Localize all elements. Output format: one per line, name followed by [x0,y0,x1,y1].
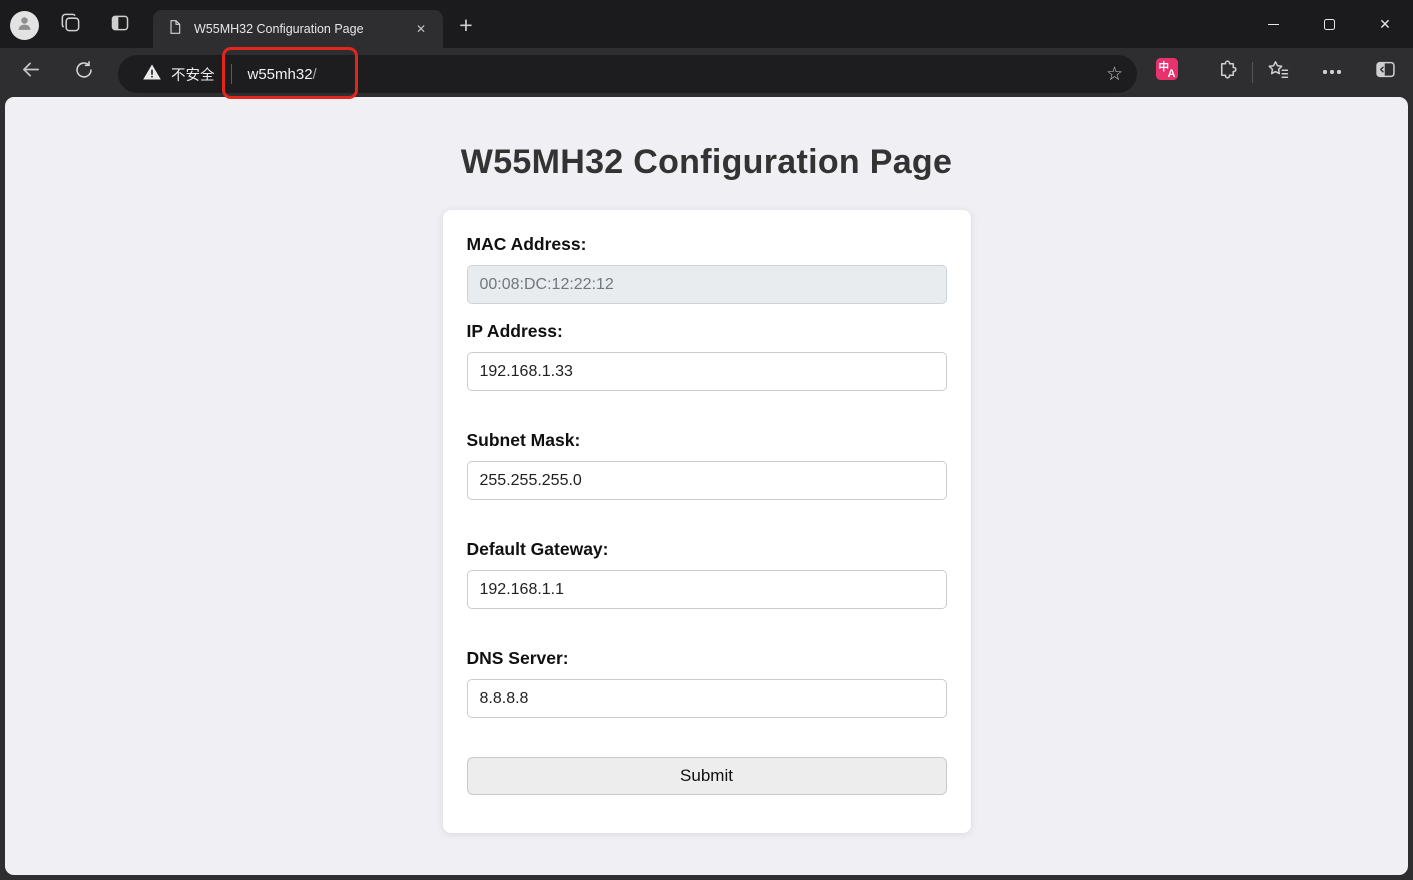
submit-button[interactable]: Submit [467,757,947,795]
subnet-mask-label: Subnet Mask: [467,430,947,451]
dns-server-input[interactable] [467,679,947,718]
close-icon: ✕ [1379,16,1391,33]
back-arrow-icon [19,58,42,86]
url-path: / [313,66,317,83]
favorites-button[interactable] [1264,58,1292,86]
favorite-star-button[interactable]: ☆ [1106,65,1123,84]
window-controls: ✕ [1245,0,1413,48]
user-avatar-icon [15,14,34,38]
mac-address-input [467,265,947,304]
url-text: w55mh32/ [248,66,317,83]
maximize-button[interactable] [1301,0,1357,48]
maximize-icon [1324,19,1335,30]
security-label: 不安全 [171,64,215,85]
tab-title: W55MH32 Configuration Page [194,22,411,36]
config-form-card: MAC Address: IP Address: Subnet Mask: De… [443,210,971,833]
minimize-button[interactable] [1245,0,1301,48]
close-button[interactable]: ✕ [1357,0,1413,48]
web-content: W55MH32 Configuration Page MAC Address: … [5,97,1408,875]
address-bar-separator [231,64,232,84]
page-title: W55MH32 Configuration Page [5,143,1408,182]
default-gateway-label: Default Gateway: [467,539,947,560]
workspaces-icon [59,11,82,39]
warning-icon [142,62,162,87]
minimize-icon [1268,24,1279,25]
address-bar[interactable]: 不安全 w55mh32/ ☆ [118,55,1137,93]
page-favicon-icon [167,19,183,40]
ellipsis-icon [1323,70,1340,73]
dns-server-group: DNS Server: [467,648,947,718]
vertical-tabs-icon [109,12,131,39]
translate-extension-button[interactable]: 中 A [1156,58,1178,80]
tab-close-button[interactable]: ✕ [411,19,431,39]
ip-address-label: IP Address: [467,321,947,342]
sidebar-toggle-button[interactable] [1371,58,1399,86]
workspaces-button[interactable] [58,13,82,37]
profile-button[interactable] [10,11,39,40]
tab-actions-button[interactable] [108,13,132,37]
subnet-mask-input[interactable] [467,461,947,500]
mac-address-label: MAC Address: [467,234,947,255]
browser-tab[interactable]: W55MH32 Configuration Page ✕ [153,10,443,48]
security-badge[interactable]: 不安全 [142,62,215,87]
sidebar-icon [1374,58,1397,86]
default-gateway-input[interactable] [467,570,947,609]
ip-address-group: IP Address: [467,321,947,391]
dns-server-label: DNS Server: [467,648,947,669]
new-tab-button[interactable]: + [451,10,481,40]
ip-address-input[interactable] [467,352,947,391]
toolbar: 不安全 w55mh32/ ☆ 中 A [0,48,1413,97]
refresh-icon [73,59,95,86]
back-button[interactable] [16,58,44,86]
more-options-button[interactable] [1318,58,1346,86]
mac-address-group: MAC Address: [467,234,947,304]
toolbar-separator [1252,62,1253,83]
default-gateway-group: Default Gateway: [467,539,947,609]
favorites-star-list-icon [1266,58,1290,87]
browser-window: W55MH32 Configuration Page ✕ + ✕ [0,0,1413,880]
refresh-button[interactable] [70,58,98,86]
titlebar: W55MH32 Configuration Page ✕ + ✕ [0,0,1413,48]
puzzle-icon [1216,58,1239,86]
extensions-button[interactable] [1213,58,1241,86]
subnet-mask-group: Subnet Mask: [467,430,947,500]
